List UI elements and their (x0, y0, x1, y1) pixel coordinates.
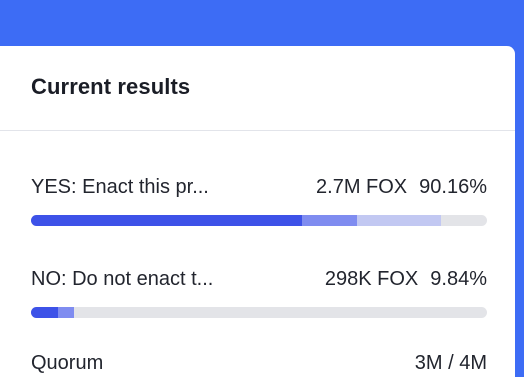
quorum-label: Quorum (31, 352, 104, 374)
option-percent: 9.84% (430, 267, 487, 290)
quorum-row: Quorum 3M / 4M (31, 352, 487, 375)
option-amount: 2.7M FOX (316, 175, 408, 198)
top-accent-band (0, 0, 524, 46)
result-progress-bar (31, 307, 487, 318)
panel-title: Current results (31, 74, 191, 99)
results-panel-header: Current results (0, 46, 515, 131)
results-panel: Current results YES: Enact this pr... 2.… (0, 46, 515, 377)
option-label: YES: Enact this pr... (31, 175, 209, 198)
bar-segment-primary (31, 215, 303, 226)
option-amount: 298K FOX (324, 267, 419, 290)
option-percent: 90.16% (419, 175, 487, 198)
bar-segment-primary (31, 307, 59, 318)
vote-option-no: NO: Do not enact t... 298K FOX 9.84% (31, 265, 487, 318)
bar-segment-tertiary (357, 215, 442, 226)
result-progress-bar (31, 215, 487, 226)
option-label: NO: Do not enact t... (31, 267, 214, 290)
quorum-value: 3M / 4M (414, 352, 487, 374)
bar-segment-secondary (302, 215, 358, 226)
vote-option-yes: YES: Enact this pr... 2.7M FOX 90.16% (31, 173, 487, 226)
bar-segment-secondary (58, 307, 75, 318)
